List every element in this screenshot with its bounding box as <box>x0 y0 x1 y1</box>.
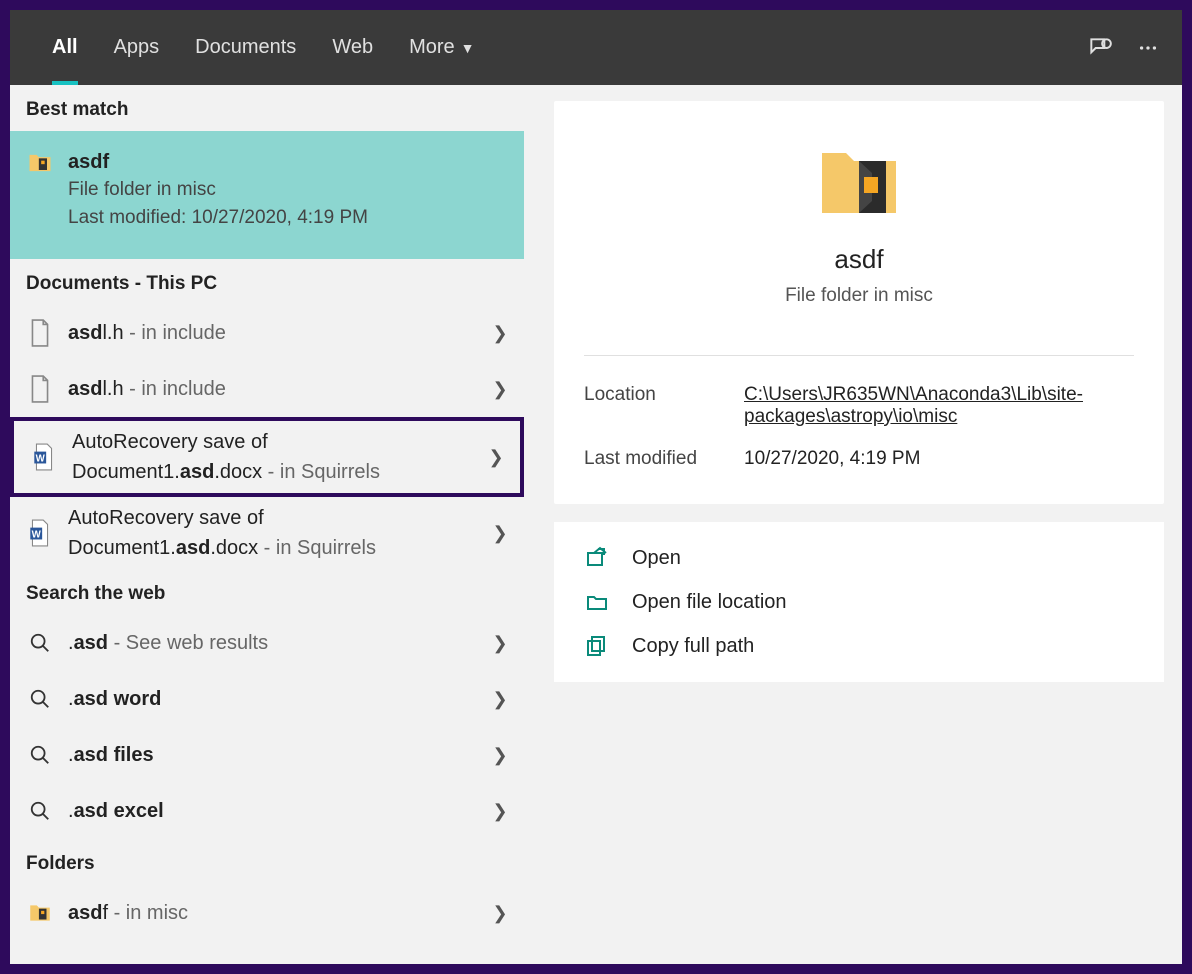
more-options-icon[interactable] <box>1124 24 1172 72</box>
best-match-modified: Last modified: 10/27/2020, 4:19 PM <box>68 207 512 229</box>
tab-all[interactable]: All <box>34 10 96 85</box>
section-header-best-match: Best match <box>10 85 524 131</box>
modified-value: 10/27/2020, 4:19 PM <box>744 448 1134 470</box>
results-panel: Best match asdf File folder in misc Last… <box>10 85 524 964</box>
document-result[interactable]: W AutoRecovery save of Document1.asd.doc… <box>10 497 524 569</box>
document-result-selected[interactable]: W AutoRecovery save of Document1.asd.doc… <box>10 417 524 497</box>
document-result[interactable]: asdl.h - in include ❯ <box>10 305 524 361</box>
folder-icon <box>26 147 54 179</box>
svg-text:W: W <box>36 453 46 464</box>
chevron-right-icon[interactable]: ❯ <box>488 323 512 344</box>
web-result[interactable]: .asd excel ❯ <box>10 783 524 839</box>
action-open[interactable]: Open <box>574 536 1144 580</box>
search-icon <box>26 739 54 771</box>
action-copy-path[interactable]: Copy full path <box>574 624 1144 668</box>
chevron-down-icon: ▼ <box>461 40 475 56</box>
section-header-documents: Documents - This PC <box>10 259 524 305</box>
document-result[interactable]: asdl.h - in include ❯ <box>10 361 524 417</box>
chevron-right-icon[interactable]: ❯ <box>484 447 508 468</box>
chevron-right-icon[interactable]: ❯ <box>488 689 512 710</box>
search-tabbar: All Apps Documents Web More ▼ <box>10 10 1182 85</box>
svg-text:W: W <box>32 529 42 540</box>
tab-documents[interactable]: Documents <box>177 10 314 85</box>
action-open-location[interactable]: Open file location <box>574 580 1144 624</box>
chevron-right-icon[interactable]: ❯ <box>488 523 512 544</box>
folder-icon-large <box>584 141 1134 226</box>
section-header-web: Search the web <box>10 569 524 615</box>
folder-open-icon <box>584 590 610 614</box>
modified-label: Last modified <box>584 448 744 470</box>
chevron-right-icon[interactable]: ❯ <box>488 903 512 924</box>
file-icon <box>26 317 54 349</box>
preview-subtitle: File folder in misc <box>584 285 1134 307</box>
word-file-icon: W <box>30 441 58 473</box>
chevron-right-icon[interactable]: ❯ <box>488 801 512 822</box>
tab-apps[interactable]: Apps <box>96 10 178 85</box>
search-window: All Apps Documents Web More ▼ Best match <box>10 10 1182 964</box>
section-header-folders: Folders <box>10 839 524 885</box>
best-match-title: asdf <box>68 151 109 173</box>
chevron-right-icon[interactable]: ❯ <box>488 745 512 766</box>
web-result[interactable]: .asd word ❯ <box>10 671 524 727</box>
copy-icon <box>584 634 610 658</box>
divider <box>584 355 1134 356</box>
feedback-icon[interactable] <box>1076 24 1124 72</box>
web-result[interactable]: .asd files ❯ <box>10 727 524 783</box>
tab-web[interactable]: Web <box>314 10 391 85</box>
search-icon <box>26 683 54 715</box>
preview-card: asdf File folder in misc Location C:\Use… <box>554 101 1164 504</box>
action-list: Open Open file location Copy full path <box>554 522 1164 682</box>
chevron-right-icon[interactable]: ❯ <box>488 379 512 400</box>
preview-panel: asdf File folder in misc Location C:\Use… <box>524 85 1182 964</box>
preview-title: asdf <box>584 244 1134 275</box>
folder-icon <box>26 897 54 929</box>
search-icon <box>26 627 54 659</box>
location-value[interactable]: C:\Users\JR635WN\Anaconda3\Lib\site-pack… <box>744 384 1134 428</box>
location-label: Location <box>584 384 744 428</box>
open-icon <box>584 546 610 570</box>
file-icon <box>26 373 54 405</box>
best-match-desc: File folder in misc <box>68 179 512 201</box>
search-icon <box>26 795 54 827</box>
web-result[interactable]: .asd - See web results ❯ <box>10 615 524 671</box>
best-match-result[interactable]: asdf File folder in misc Last modified: … <box>10 131 524 259</box>
chevron-right-icon[interactable]: ❯ <box>488 633 512 654</box>
folder-result[interactable]: asdf - in misc ❯ <box>10 885 524 941</box>
word-file-icon: W <box>26 517 54 549</box>
tab-more[interactable]: More ▼ <box>391 10 492 85</box>
